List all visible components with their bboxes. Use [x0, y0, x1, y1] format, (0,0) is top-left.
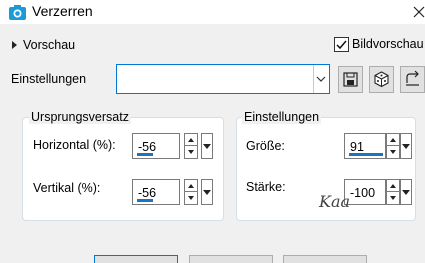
dice-icon: [374, 71, 389, 88]
camera-icon: [9, 5, 26, 20]
triangle-right-icon: [12, 41, 17, 49]
horizontal-level-bar: [137, 153, 153, 156]
triangle-down-icon: [203, 190, 211, 195]
checkmark-icon: [336, 40, 347, 49]
watermark: Kaa: [319, 192, 351, 211]
size-level-bar: [349, 153, 383, 156]
reset-icon: [406, 70, 419, 86]
size-label: Größe:: [246, 139, 285, 153]
checkbox-box[interactable]: [334, 36, 349, 52]
settings-group-title: Einstellungen: [242, 110, 322, 124]
presets-label: Einstellungen: [11, 72, 87, 86]
help-button[interactable]: [283, 255, 367, 263]
spin-down-icon: [188, 150, 194, 154]
strength-input[interactable]: -100: [344, 179, 386, 205]
size-down-button[interactable]: [387, 146, 399, 158]
strength-value: -100: [350, 186, 376, 200]
randomize-button[interactable]: [369, 66, 394, 93]
spin-up-icon: [188, 138, 194, 142]
spin-up-icon: [390, 138, 396, 142]
spin-down-icon: [390, 196, 396, 200]
vertical-label: Vertikal (%):: [33, 181, 101, 195]
chevron-down-icon: [316, 76, 326, 82]
preview-label: Vorschau: [23, 38, 76, 52]
horizontal-label: Horizontal (%):: [33, 138, 116, 152]
offset-group: Ursprungsversatz Horizontal (%): -56 Ver…: [22, 110, 224, 221]
triangle-down-icon: [402, 144, 410, 149]
save-preset-button[interactable]: [338, 66, 363, 93]
strength-label: Stärke:: [246, 180, 286, 194]
spin-up-icon: [188, 184, 194, 188]
spin-up-icon: [390, 184, 396, 188]
horizontal-spinner[interactable]: [184, 133, 198, 159]
cancel-button[interactable]: [189, 255, 273, 263]
preview-toggle[interactable]: Vorschau: [12, 36, 75, 54]
size-up-button[interactable]: [387, 134, 399, 146]
spin-down-icon: [188, 196, 194, 200]
title-bar: Verzerren: [0, 0, 425, 24]
vertical-input[interactable]: -56: [132, 179, 180, 205]
size-slider-button[interactable]: [400, 133, 412, 159]
offset-group-title: Ursprungsversatz: [29, 110, 131, 124]
size-input[interactable]: 91: [344, 133, 386, 159]
close-icon[interactable]: [412, 3, 425, 19]
spin-down-icon: [390, 150, 396, 154]
ok-button[interactable]: [94, 255, 178, 263]
horizontal-down-button[interactable]: [185, 146, 197, 158]
horizontal-value: -56: [138, 140, 157, 154]
vertical-value: -56: [138, 186, 157, 200]
window-title: Verzerren: [32, 3, 93, 19]
image-preview-checkbox[interactable]: Bildvorschau: [334, 35, 424, 53]
vertical-up-button[interactable]: [185, 180, 197, 192]
triangle-down-icon: [402, 190, 410, 195]
vertical-slider-button[interactable]: [201, 179, 213, 205]
image-preview-label: Bildvorschau: [352, 37, 424, 51]
strength-up-button[interactable]: [387, 180, 399, 192]
horizontal-up-button[interactable]: [185, 134, 197, 146]
size-spinner[interactable]: [386, 133, 400, 159]
triangle-down-icon: [203, 144, 211, 149]
strength-down-button[interactable]: [387, 192, 399, 204]
horizontal-input[interactable]: -56: [132, 133, 180, 159]
presets-combo[interactable]: [116, 64, 330, 94]
combo-dropdown-button[interactable]: [313, 65, 329, 93]
save-icon: [343, 72, 358, 87]
strength-spinner[interactable]: [386, 179, 400, 205]
reset-button[interactable]: [400, 66, 425, 93]
vertical-down-button[interactable]: [185, 192, 197, 204]
vertical-level-bar: [137, 199, 153, 202]
vertical-spinner[interactable]: [184, 179, 198, 205]
horizontal-slider-button[interactable]: [201, 133, 213, 159]
strength-slider-button[interactable]: [400, 179, 412, 205]
size-value: 91: [350, 140, 364, 154]
